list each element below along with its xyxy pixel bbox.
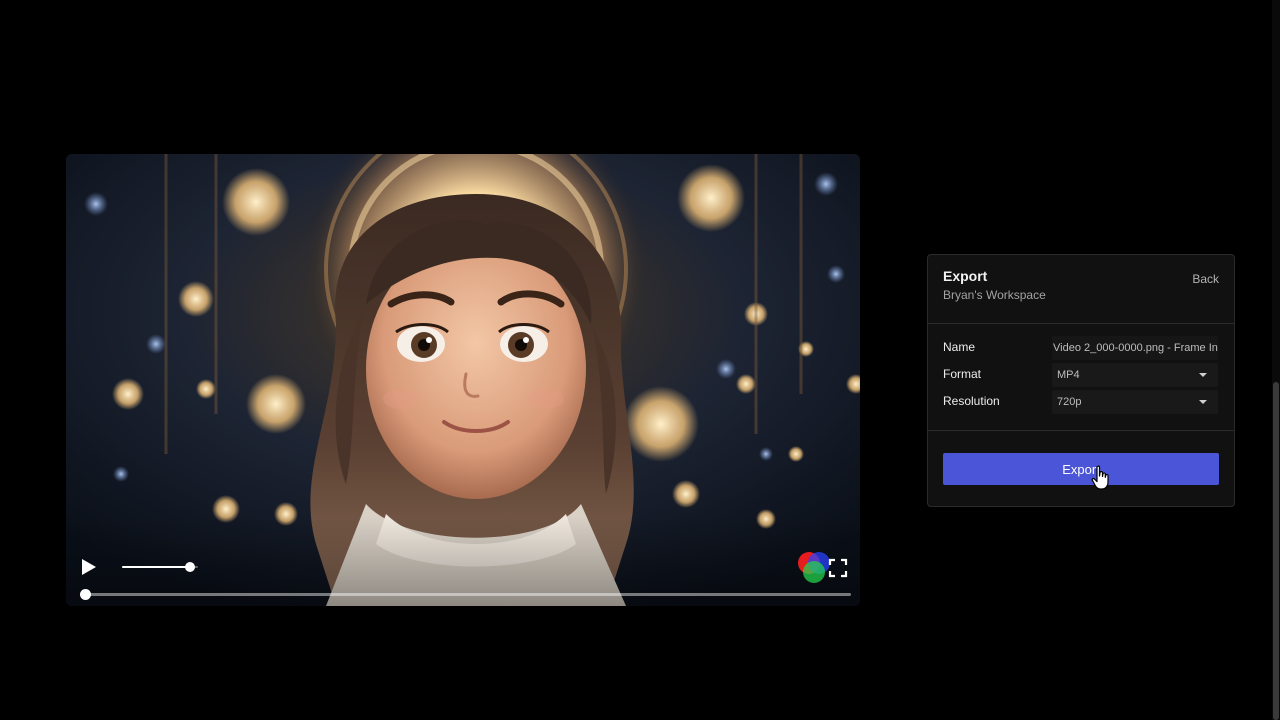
progress-track (80, 593, 851, 596)
resolution-select[interactable]: 720p (1052, 390, 1218, 414)
play-button[interactable] (78, 556, 100, 578)
panel-title: Export (943, 268, 988, 284)
name-row: Name (943, 336, 1218, 360)
name-label: Name (943, 340, 976, 354)
export-button[interactable]: Export (943, 453, 1219, 485)
resolution-row: Resolution 720p (943, 390, 1218, 414)
caret-down-icon (1199, 373, 1207, 377)
progress-bar[interactable] (80, 588, 851, 600)
fullscreen-icon[interactable] (828, 558, 848, 578)
app-stage: Export Bryan's Workspace Back Name Forma… (0, 0, 1280, 720)
volume-slider[interactable] (122, 561, 198, 573)
scrollbar-thumb[interactable] (1273, 382, 1279, 720)
export-panel: Export Bryan's Workspace Back Name Forma… (927, 254, 1235, 507)
workspace-name: Bryan's Workspace (943, 288, 1046, 302)
name-field[interactable] (1052, 336, 1218, 360)
progress-thumb[interactable] (80, 589, 91, 600)
format-label: Format (943, 367, 982, 381)
format-value: MP4 (1057, 369, 1080, 381)
volume-thumb[interactable] (185, 562, 196, 572)
video-player[interactable] (66, 154, 860, 606)
page-scrollbar[interactable] (1272, 0, 1280, 720)
back-link[interactable]: Back (1192, 272, 1219, 286)
play-icon (82, 559, 96, 575)
volume-fill (122, 566, 191, 568)
caret-down-icon (1199, 400, 1207, 404)
format-row: Format MP4 (943, 363, 1218, 387)
export-form: Name Format MP4 Resolution 720p (928, 324, 1234, 431)
panel-header: Export Bryan's Workspace Back (928, 255, 1234, 324)
resolution-value: 720p (1057, 396, 1082, 408)
format-select[interactable]: MP4 (1052, 363, 1218, 387)
resolution-label: Resolution (943, 394, 1000, 408)
